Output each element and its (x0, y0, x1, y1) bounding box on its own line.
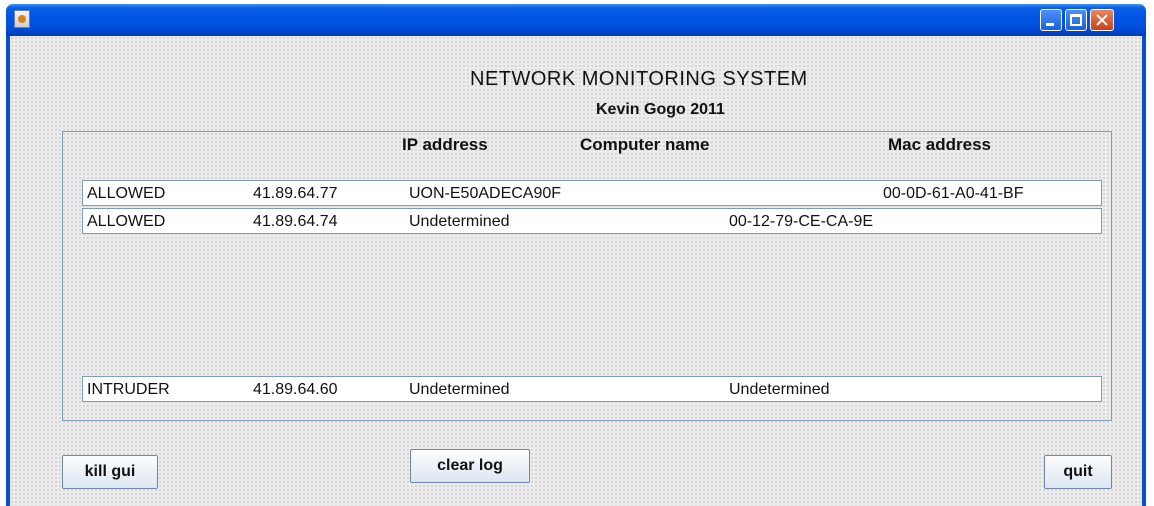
row-computer-name: Undetermined (409, 381, 510, 398)
row-computer-name: UON-E50ADECA90F (409, 185, 562, 202)
row-status: ALLOWED (87, 185, 166, 202)
row-status: ALLOWED (87, 213, 166, 230)
row-mac: 00-0D-61-A0-41-BF (883, 185, 1024, 202)
app-window: NETWORK MONITORING SYSTEM Kevin Gogo 201… (0, 0, 1154, 506)
row-ip: 41.89.64.60 (253, 381, 338, 398)
log-row[interactable]: ALLOWED 41.89.64.77 UON-E50ADECA90F 00-0… (82, 180, 1102, 206)
page-subtitle: Kevin Gogo 2011 (596, 101, 725, 118)
row-ip: 41.89.64.77 (253, 185, 338, 202)
column-header-computer-name: Computer name (580, 135, 710, 154)
row-mac: 00-12-79-CE-CA-9E (729, 213, 874, 230)
row-computer-name: Undetermined (409, 213, 510, 230)
column-header-ip: IP address (402, 135, 488, 154)
page-title: NETWORK MONITORING SYSTEM (470, 68, 808, 90)
kill-gui-button[interactable]: kill gui (62, 455, 158, 489)
row-status: INTRUDER (87, 381, 170, 398)
java-cup-icon[interactable] (14, 10, 30, 28)
log-row[interactable]: ALLOWED 41.89.64.74 Undetermined 00-12-7… (82, 208, 1102, 234)
row-ip: 41.89.64.74 (253, 213, 338, 230)
close-icon[interactable] (1090, 9, 1114, 31)
row-mac: Undetermined (729, 381, 830, 398)
minimize-icon[interactable] (1040, 9, 1062, 31)
quit-button[interactable]: quit (1044, 455, 1112, 489)
clear-log-button[interactable]: clear log (410, 449, 530, 483)
log-row[interactable]: INTRUDER 41.89.64.60 Undetermined Undete… (82, 376, 1102, 402)
title-bar[interactable] (6, 4, 1146, 36)
column-header-mac: Mac address (888, 135, 991, 154)
maximize-icon[interactable] (1065, 9, 1087, 31)
